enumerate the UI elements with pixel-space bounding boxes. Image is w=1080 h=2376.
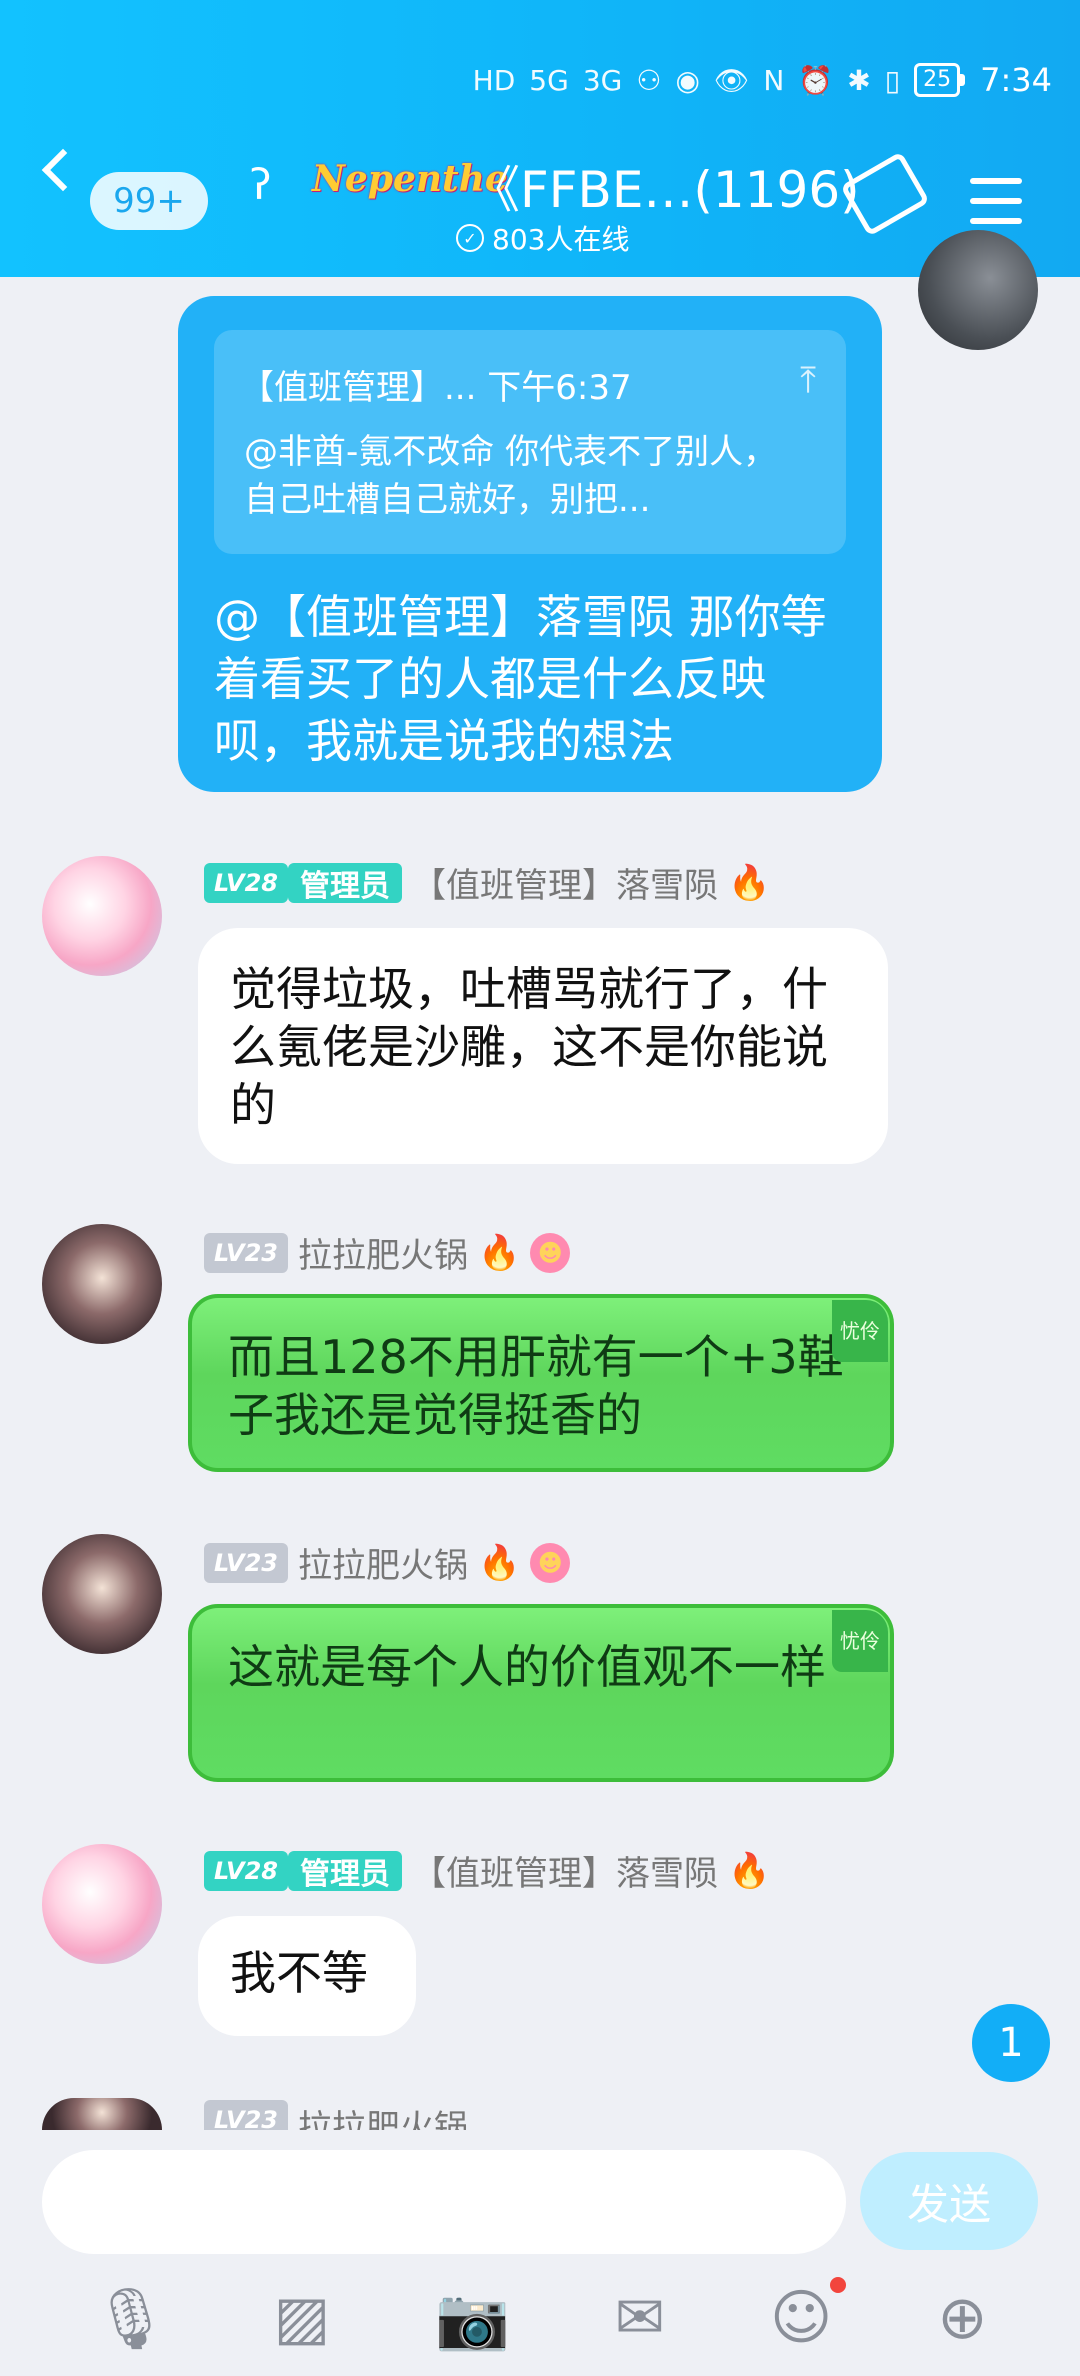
- message-text: 觉得垃圾，吐槽骂就行了，什么氪佬是沙雕，这不是你能说的: [230, 962, 828, 1132]
- message-text: @【值班管理】落雪陨 那你等着看买了的人都是什么反映呗，我就是说我的想法: [214, 590, 827, 768]
- weibo-icon: ◉: [675, 63, 700, 97]
- chat-header: HD 5G 3G ⚇ ◉ 👁 N ⏰ ✱ ▯ 25 7:34 99+ ʔ Nep…: [0, 0, 1080, 277]
- flower-icon: ☻: [530, 1232, 571, 1273]
- bluetooth-icon: ✱: [847, 63, 871, 97]
- sender-name[interactable]: 【值班管理】落雪陨: [412, 1846, 718, 1895]
- eye-icon: 👁: [713, 63, 750, 97]
- status-bar: HD 5G 3G ⚇ ◉ 👁 N ⏰ ✱ ▯ 25 7:34: [473, 55, 1052, 105]
- bubble-tag: 忧伶: [832, 1610, 888, 1672]
- sender-name[interactable]: 拉拉肥火锅: [298, 2100, 468, 2130]
- alarm-icon: ⏰: [798, 63, 834, 97]
- nfc-icon: N: [763, 63, 785, 97]
- level-badge: LV28: [204, 1850, 288, 1891]
- message-bubble[interactable]: 我不等: [198, 1916, 416, 2036]
- flame-icon: 🔥: [477, 1232, 521, 1273]
- send-button[interactable]: 发送: [860, 2152, 1038, 2250]
- input-bar: 发送: [0, 2130, 1080, 2254]
- message-text: 而且128不用肝就有一个+3鞋子我还是觉得挺香的: [228, 1330, 844, 1442]
- self-avatar[interactable]: [918, 230, 1038, 350]
- battery-icon: 25: [914, 63, 966, 97]
- flame-icon: 🔥: [727, 1850, 771, 1891]
- jump-to-top-icon[interactable]: ⤒: [800, 360, 816, 402]
- level-badge: LV23: [204, 2100, 288, 2130]
- sender-meta: LV23 拉拉肥火锅 🔥 ☻: [204, 1538, 571, 1587]
- sender-meta: LV28 管理员 【值班管理】落雪陨 🔥: [204, 1846, 770, 1895]
- message-text: 我不等: [230, 1946, 368, 2000]
- ear-icon[interactable]: ʔ: [250, 160, 271, 209]
- quote-header: 【值班管理】... 下午6:37: [240, 368, 632, 408]
- microphone-icon[interactable]: 🎙: [92, 2283, 168, 2354]
- input-toolbar: 🎙 ▨ 📷 ✉ ☺ ⊕: [0, 2260, 1080, 2376]
- sender-avatar[interactable]: [42, 1844, 162, 1964]
- reply-message-bubble[interactable]: 【值班管理】... 下午6:37 ⤒ @非酋-氪不改命 你代表不了别人，自己吐槽…: [178, 296, 882, 792]
- sender-meta: LV23 拉拉肥火锅 🔥 ☻: [204, 1228, 571, 1277]
- message-bubble[interactable]: 忧伶 而且128不用肝就有一个+3鞋子我还是觉得挺香的: [188, 1294, 894, 1472]
- sender-name[interactable]: 【值班管理】落雪陨: [412, 858, 718, 907]
- status-time: 7:34: [980, 61, 1052, 99]
- quoted-message[interactable]: 【值班管理】... 下午6:37 ⤒ @非酋-氪不改命 你代表不了别人，自己吐槽…: [214, 330, 846, 554]
- flame-icon: 🔥: [727, 862, 771, 903]
- sender-avatar[interactable]: [42, 1224, 162, 1344]
- sender-meta: LV23 拉拉肥火锅: [204, 2100, 468, 2130]
- notification-dot: [830, 2277, 847, 2293]
- online-status: ✓ 803人在线: [456, 218, 629, 258]
- sender-avatar[interactable]: [42, 856, 162, 976]
- sender-meta: LV28 管理员 【值班管理】落雪陨 🔥: [204, 858, 770, 907]
- level-badge: LV28: [204, 862, 288, 903]
- signal-5g-icon: 5G: [529, 63, 569, 97]
- flower-icon: ☻: [530, 1542, 571, 1583]
- new-message-badge[interactable]: 1: [972, 2004, 1050, 2082]
- sender-avatar[interactable]: [42, 2098, 162, 2130]
- message-text: 这就是每个人的价值观不一样: [228, 1640, 826, 1694]
- message-bubble[interactable]: 忧伶 这就是每个人的价值观不一样: [188, 1604, 894, 1782]
- check-circle-icon: ✓: [456, 224, 484, 252]
- cloud-icon: ⚇: [636, 63, 662, 97]
- flame-icon: 🔥: [477, 1542, 521, 1583]
- role-badge: 管理员: [287, 862, 402, 904]
- signal-3g-icon: 3G: [582, 63, 623, 97]
- sender-name[interactable]: 拉拉肥火锅: [298, 1228, 468, 1277]
- plus-icon[interactable]: ⊕: [937, 2283, 987, 2353]
- image-icon[interactable]: ▨: [273, 2283, 330, 2353]
- sender-name[interactable]: 拉拉肥火锅: [298, 1538, 468, 1587]
- hd-icon: HD: [472, 63, 516, 97]
- level-badge: LV23: [204, 1232, 288, 1273]
- message-input[interactable]: [42, 2150, 846, 2254]
- online-count: 803人在线: [492, 223, 630, 256]
- red-packet-icon[interactable]: ✉: [615, 2283, 665, 2353]
- menu-icon[interactable]: [970, 178, 1022, 238]
- vibrate-icon: ▯: [884, 63, 901, 97]
- emoji-icon[interactable]: ☺: [770, 2277, 847, 2353]
- camera-icon[interactable]: 📷: [435, 2283, 510, 2354]
- message-bubble[interactable]: 觉得垃圾，吐槽骂就行了，什么氪佬是沙雕，这不是你能说的: [198, 928, 888, 1164]
- back-icon[interactable]: [41, 148, 85, 192]
- level-badge: LV23: [204, 1542, 288, 1583]
- sender-avatar[interactable]: [42, 1534, 162, 1654]
- group-title[interactable]: 《FFBE…(1196): [470, 150, 860, 222]
- role-badge: 管理员: [287, 1850, 402, 1892]
- unread-count-badge[interactable]: 99+: [90, 172, 208, 230]
- bubble-tag: 忧伶: [832, 1300, 888, 1362]
- quote-text: @非酋-氪不改命 你代表不了别人，自己吐槽自己就好，别把...: [244, 432, 778, 520]
